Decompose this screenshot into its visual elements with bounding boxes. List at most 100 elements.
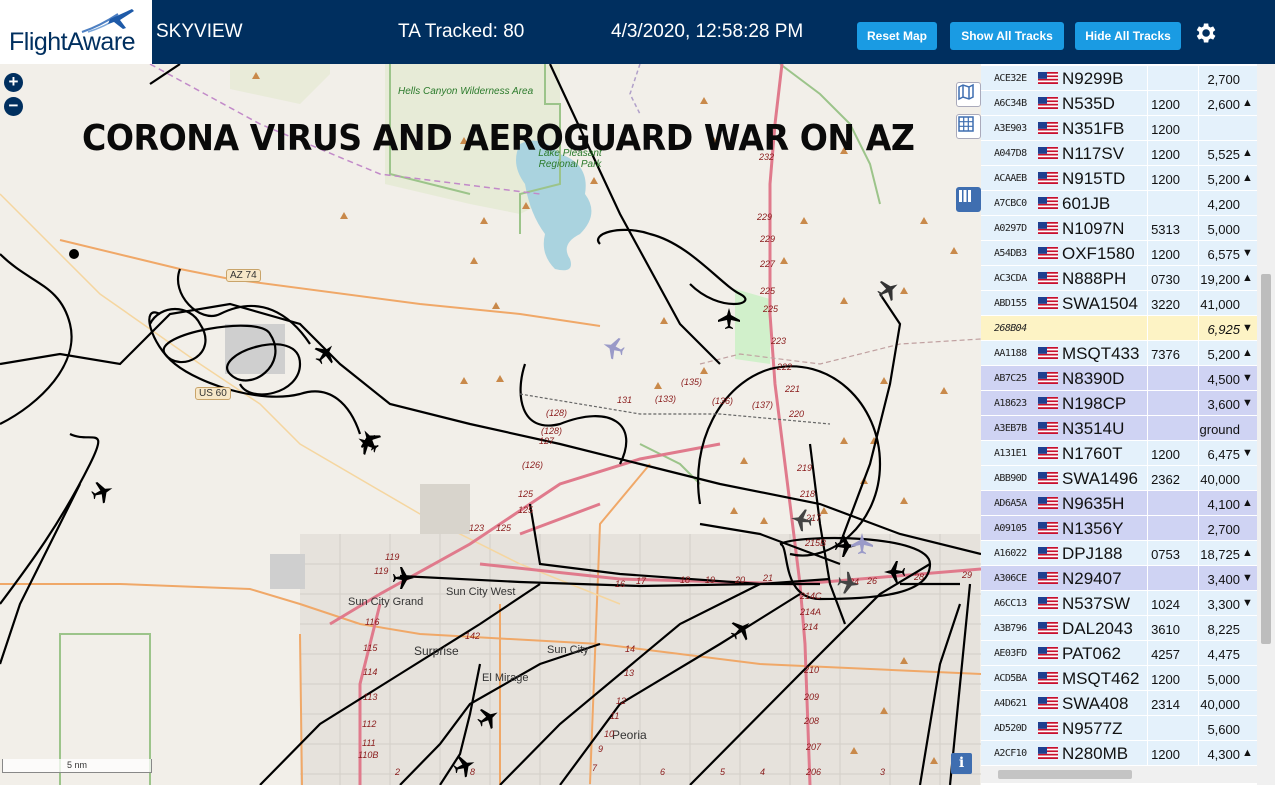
us-flag-icon bbox=[1038, 747, 1058, 759]
table-row[interactable]: A09105 N1356Y 2,700 bbox=[981, 516, 1257, 541]
airplane-icon[interactable] bbox=[851, 533, 873, 554]
hex-code: A047D8 bbox=[994, 148, 1027, 159]
hex-code: A18623 bbox=[994, 398, 1027, 409]
hex-code: A0297D bbox=[994, 223, 1027, 234]
table-row[interactable]: ABD155 SWA1504 3220 41,000 bbox=[981, 291, 1257, 316]
squawk-code: 1200 bbox=[1151, 747, 1180, 762]
us-flag-icon bbox=[1038, 422, 1058, 434]
us-flag-icon bbox=[1038, 672, 1058, 684]
airplane-icon[interactable] bbox=[393, 567, 414, 589]
reset-map-button[interactable]: Reset Map bbox=[857, 22, 937, 50]
aircraft-layer bbox=[88, 274, 905, 780]
us-flag-icon bbox=[1038, 172, 1058, 184]
table-row[interactable]: A047D8 N117SV 1200 5,525 ▲ bbox=[981, 141, 1257, 166]
flightaware-logo[interactable]: FlightAware bbox=[0, 0, 152, 64]
altitude: 5,525 bbox=[1207, 147, 1240, 162]
airplane-icon[interactable] bbox=[599, 333, 628, 362]
table-row[interactable]: 268B04 6,925 ▼ bbox=[981, 316, 1257, 341]
table-row[interactable]: A18623 N198CP 3,600 ▼ bbox=[981, 391, 1257, 416]
vertical-scrollbar-thumb[interactable] bbox=[1261, 274, 1271, 644]
table-row[interactable]: AC3CDA N888PH 0730 19,200 ▲ bbox=[981, 266, 1257, 291]
table-row[interactable]: A6C34B N535D 1200 2,600 ▲ bbox=[981, 91, 1257, 116]
hide-all-tracks-button[interactable]: Hide All Tracks bbox=[1075, 22, 1181, 50]
us-flag-icon bbox=[1038, 447, 1058, 459]
columns-icon bbox=[959, 190, 971, 202]
squawk-code: 2314 bbox=[1151, 697, 1180, 712]
table-row[interactable]: A4D621 SWA408 2314 40,000 bbox=[981, 691, 1257, 716]
hex-code: A131E1 bbox=[994, 448, 1027, 459]
table-row[interactable]: AE03FD PAT062 4257 4,475 bbox=[981, 641, 1257, 666]
table-row[interactable]: A2CF10 N280MB 1200 4,300 ▲ bbox=[981, 741, 1257, 766]
horizontal-scrollbar[interactable] bbox=[981, 766, 1257, 783]
table-row[interactable]: A54DB3 OXF1580 1200 6,575 ▼ bbox=[981, 241, 1257, 266]
us-flag-icon bbox=[1038, 722, 1058, 734]
airplane-icon[interactable] bbox=[726, 614, 757, 645]
us-flag-icon bbox=[1038, 72, 1058, 84]
column-divider bbox=[1147, 491, 1148, 516]
table-row[interactable]: ACD5BA MSQT462 1200 5,000 bbox=[981, 666, 1257, 691]
table-row[interactable]: ACE32E N9299B 2,700 bbox=[981, 66, 1257, 91]
horizontal-scrollbar-thumb[interactable] bbox=[998, 770, 1132, 779]
flight-ident: N9577Z bbox=[1062, 719, 1123, 738]
vertical-scrollbar[interactable] bbox=[1257, 64, 1275, 785]
table-row[interactable]: AD6A5A N9635H 4,100 ▲ bbox=[981, 491, 1257, 516]
table-row[interactable]: A0297D N1097N 5313 5,000 bbox=[981, 216, 1257, 241]
tracked-count: TA Tracked: 80 bbox=[398, 21, 525, 42]
airplane-icon[interactable] bbox=[718, 308, 740, 329]
table-row[interactable]: A3E903 N351FB 1200 bbox=[981, 116, 1257, 141]
altitude-trend-icon: ▲ bbox=[1242, 97, 1253, 109]
flight-map[interactable]: Hells Canyon Wilderness Area Lake Pleasa… bbox=[0, 64, 981, 785]
table-row[interactable]: AA1188 MSQT433 7376 5,200 ▲ bbox=[981, 341, 1257, 366]
column-divider bbox=[1147, 316, 1148, 341]
aircraft-table[interactable]: ACE32E N9299B 2,700 A6C34B N535D 1200 2,600 ▲ A3… bbox=[981, 64, 1275, 785]
us-flag-icon bbox=[1038, 647, 1058, 659]
hex-code: AB7C25 bbox=[994, 373, 1027, 384]
airplane-icon[interactable] bbox=[450, 751, 479, 780]
grid-toggle-button[interactable] bbox=[956, 114, 981, 139]
hex-code: ABB90D bbox=[994, 473, 1027, 484]
airplane-icon[interactable] bbox=[352, 428, 383, 459]
airplane-icon[interactable] bbox=[354, 424, 385, 455]
table-row[interactable]: ACAAEB N915TD 1200 5,200 ▲ bbox=[981, 166, 1257, 191]
us-flag-icon bbox=[1038, 572, 1058, 584]
info-button[interactable]: i bbox=[951, 753, 972, 774]
map-layers-button[interactable] bbox=[956, 82, 981, 107]
altitude-trend-icon: ▲ bbox=[1242, 747, 1253, 759]
columns-toggle-button[interactable] bbox=[956, 187, 981, 212]
airplane-icon[interactable] bbox=[310, 338, 341, 369]
airplane-icon[interactable] bbox=[836, 570, 861, 596]
hex-code: ACAAEB bbox=[994, 173, 1027, 184]
show-all-tracks-button[interactable]: Show All Tracks bbox=[950, 22, 1064, 50]
us-flag-icon bbox=[1038, 372, 1058, 384]
table-row[interactable]: A306CE N29407 3,400 ▼ bbox=[981, 566, 1257, 591]
airplane-icon[interactable] bbox=[789, 507, 814, 533]
hex-code: A7CBC0 bbox=[994, 198, 1027, 209]
zoom-out-button[interactable]: − bbox=[4, 97, 23, 116]
altitude: 5,200 bbox=[1207, 172, 1240, 187]
hex-code: AA1188 bbox=[994, 348, 1027, 359]
us-flag-icon bbox=[1038, 472, 1058, 484]
table-row[interactable]: A6CC13 N537SW 1024 3,300 ▼ bbox=[981, 591, 1257, 616]
table-row[interactable]: A131E1 N1760T 1200 6,475 ▼ bbox=[981, 441, 1257, 466]
airplane-icon[interactable] bbox=[873, 274, 904, 305]
table-row[interactable]: ABB90D SWA1496 2362 40,000 bbox=[981, 466, 1257, 491]
table-row[interactable]: A7CBC0 601JB 4,200 bbox=[981, 191, 1257, 216]
table-row[interactable]: AB7C25 N8390D 4,500 ▼ bbox=[981, 366, 1257, 391]
table-row[interactable]: A3B796 DAL2043 3610 8,225 bbox=[981, 616, 1257, 641]
airplane-icon[interactable] bbox=[88, 477, 117, 506]
table-row[interactable]: AD520D N9577Z 5,600 bbox=[981, 716, 1257, 741]
hex-code: A09105 bbox=[994, 523, 1027, 534]
altitude: 8,225 bbox=[1207, 622, 1240, 637]
table-row[interactable]: A16022 DPJ188 0753 18,725 ▲ bbox=[981, 541, 1257, 566]
altitude: 3,400 bbox=[1207, 572, 1240, 587]
airplane-icon[interactable] bbox=[473, 702, 504, 733]
table-row[interactable]: A3EB7B N3514U ground bbox=[981, 416, 1257, 441]
zoom-in-button[interactable]: + bbox=[4, 73, 23, 92]
top-bar: FlightAware SKYVIEW TA Tracked: 80 4/3/2… bbox=[0, 0, 1275, 64]
squawk-code: 3610 bbox=[1151, 622, 1180, 637]
gear-icon[interactable] bbox=[1192, 20, 1218, 46]
airplane-icon[interactable] bbox=[884, 561, 905, 583]
squawk-code: 1200 bbox=[1151, 122, 1180, 137]
hex-code: A54DB3 bbox=[994, 248, 1027, 259]
altitude-trend-icon: ▲ bbox=[1242, 272, 1253, 284]
